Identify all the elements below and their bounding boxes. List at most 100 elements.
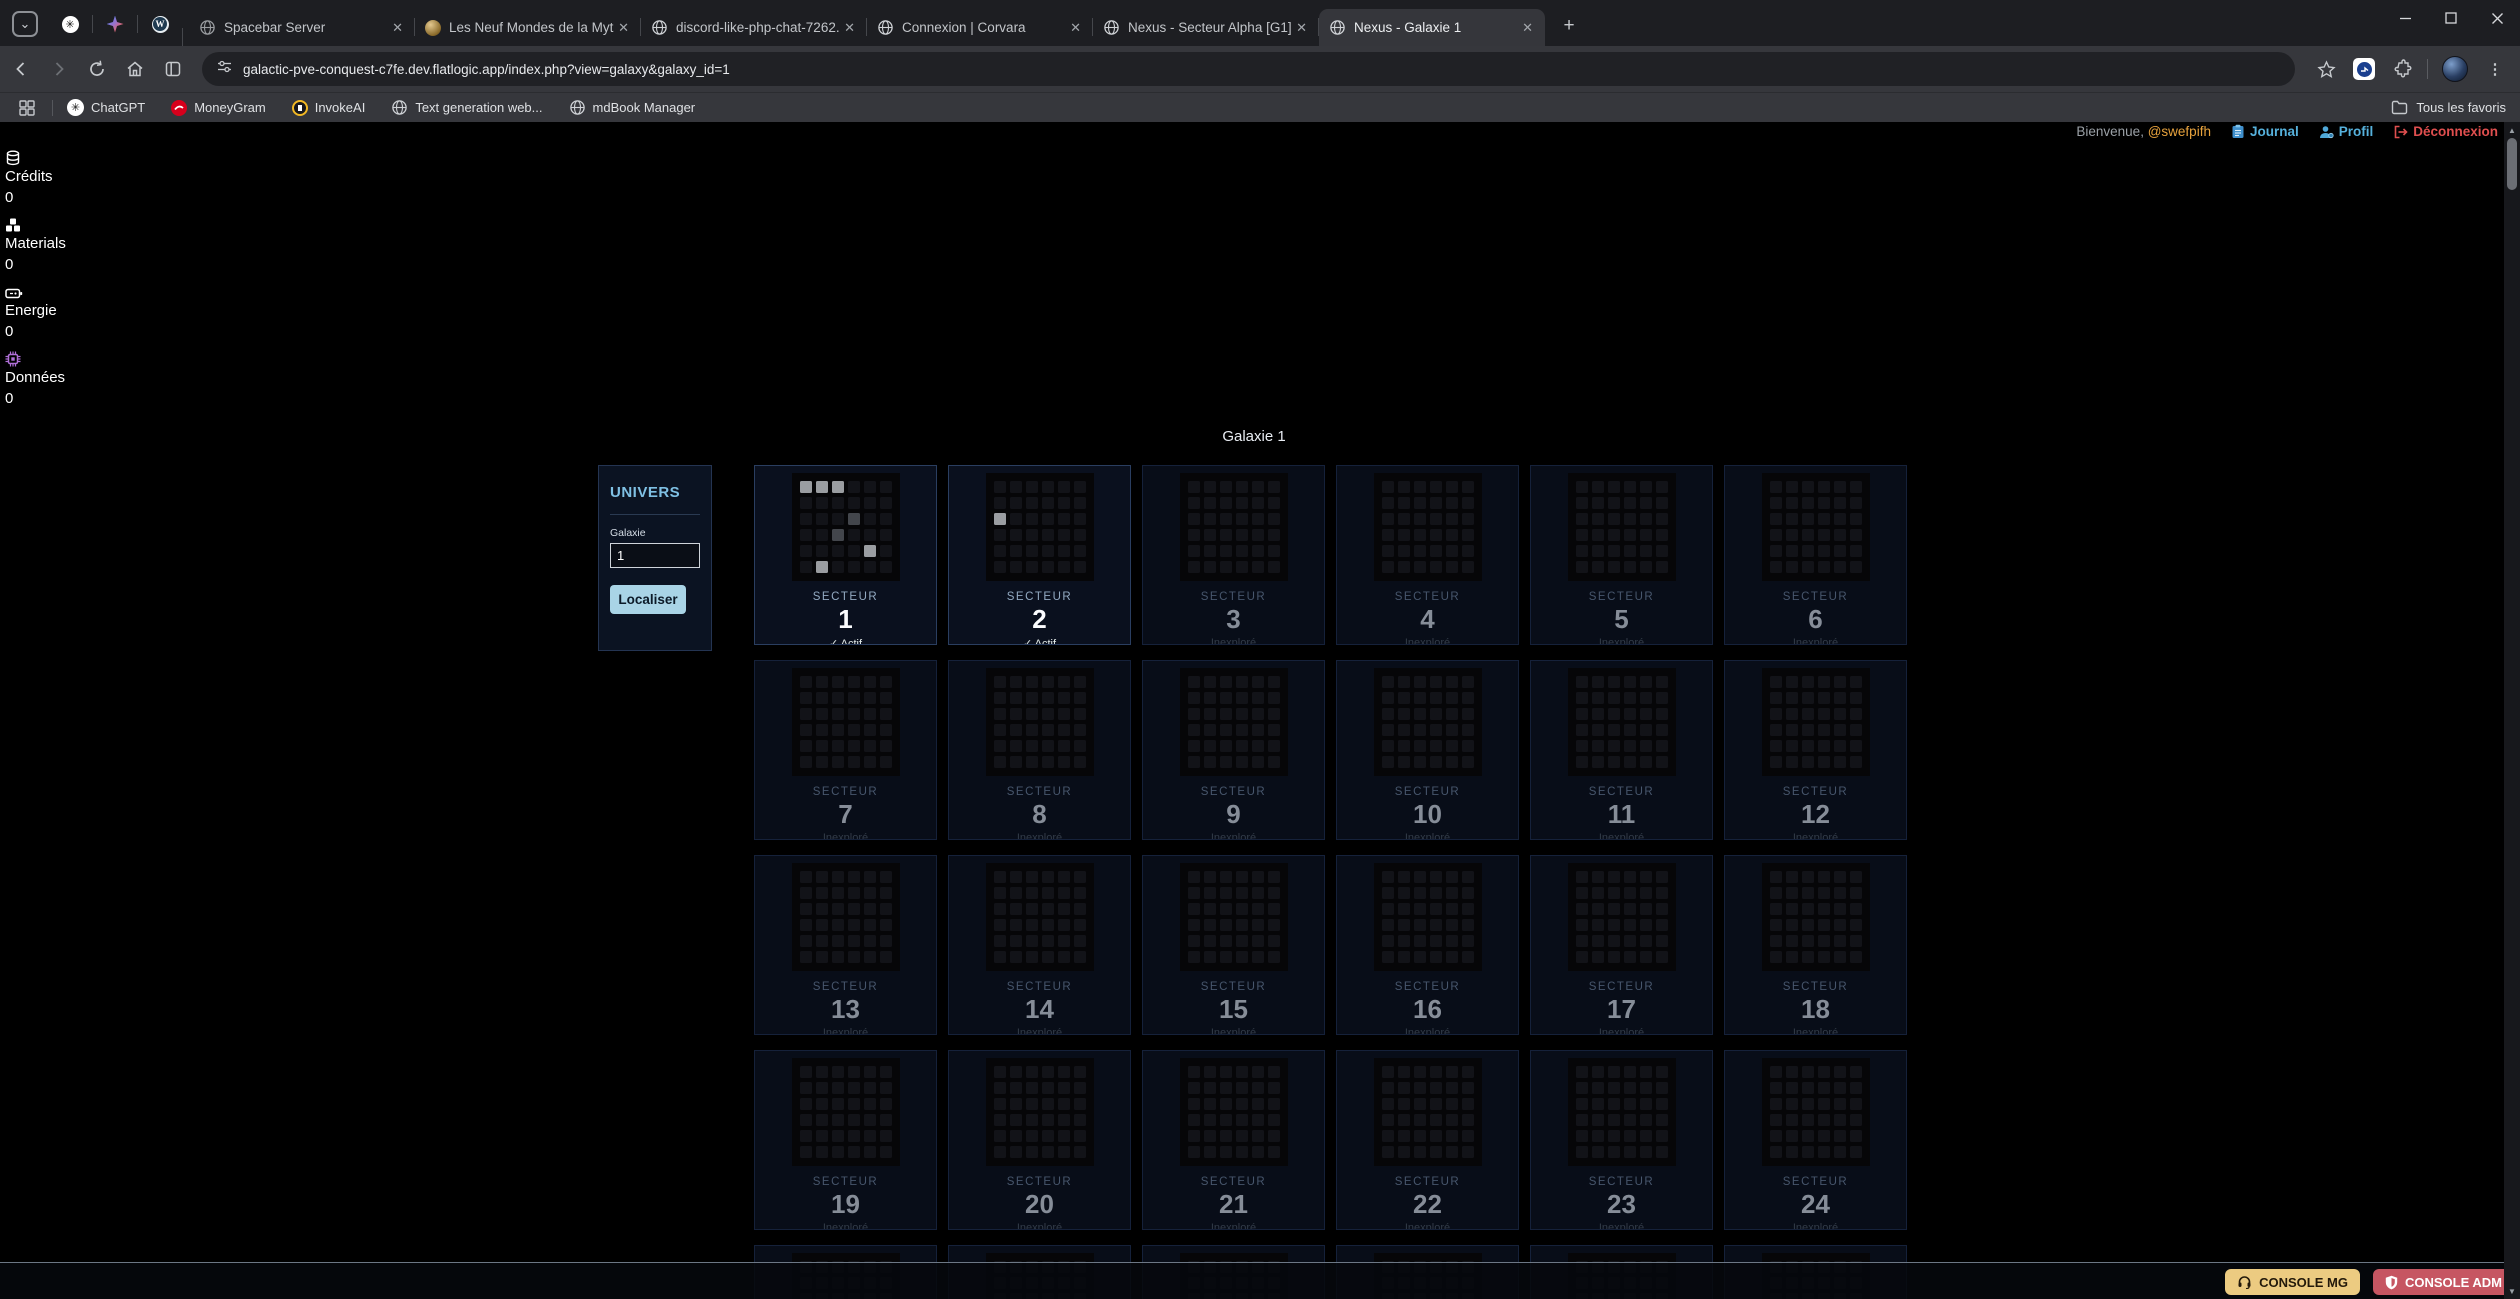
bookmark-item[interactable]: mdBook Manager [569, 99, 696, 116]
apps-grid-icon[interactable] [10, 91, 44, 125]
browser-tab[interactable]: discord-like-php-chat-7262.dev✕ [641, 9, 867, 46]
bookmark-label: MoneyGram [194, 100, 266, 115]
sector-cell [1770, 529, 1782, 541]
localiser-button[interactable]: Localiser [610, 585, 686, 614]
browser-tab[interactable]: Connexion | Corvara✕ [867, 9, 1093, 46]
sector-card-5[interactable]: SECTEUR5Inexploré [1530, 465, 1713, 645]
reload-icon[interactable] [80, 52, 114, 86]
url-bar[interactable]: galactic-pve-conquest-c7fe.dev.flatlogic… [202, 52, 2295, 86]
scroll-down-icon[interactable]: ▼ [2504, 1284, 2520, 1298]
sector-card-13[interactable]: SECTEUR13Inexploré [754, 855, 937, 1035]
sector-cell [1592, 692, 1604, 704]
sector-cell [880, 1114, 892, 1126]
url-text[interactable]: galactic-pve-conquest-c7fe.dev.flatlogic… [243, 62, 730, 77]
sector-card-14[interactable]: SECTEUR14Inexploré [948, 855, 1131, 1035]
browser-tab[interactable]: Nexus - Galaxie 1✕ [1319, 9, 1545, 46]
tab-close-icon[interactable]: ✕ [1292, 18, 1311, 38]
pinned-tab-gemini-icon[interactable] [93, 9, 137, 39]
tab-close-icon[interactable]: ✕ [614, 18, 633, 38]
browser-tab[interactable]: Nexus - Secteur Alpha [G1]✕ [1093, 9, 1319, 46]
sector-cell [1802, 871, 1814, 883]
sector-card-12[interactable]: SECTEUR12Inexploré [1724, 660, 1907, 840]
sector-cell [1382, 1098, 1394, 1110]
sector-number: 3 [1226, 605, 1240, 634]
pinned-tab-chatgpt-icon[interactable]: ✳ [48, 9, 92, 39]
sector-cell [1802, 951, 1814, 963]
sector-card-8[interactable]: SECTEUR8Inexploré [948, 660, 1131, 840]
sector-card-4[interactable]: SECTEUR4Inexploré [1336, 465, 1519, 645]
header-link-journal[interactable]: Journal [2231, 124, 2299, 139]
sector-card-21[interactable]: SECTEUR21Inexploré [1142, 1050, 1325, 1230]
sector-card-15[interactable]: SECTEUR15Inexploré [1142, 855, 1325, 1035]
bookmark-item[interactable]: MoneyGram [171, 100, 266, 116]
all-bookmarks[interactable]: Tous les favoris [2391, 100, 2506, 115]
bookmark-item[interactable]: InvokeAI [292, 100, 366, 116]
sector-cell [1462, 1146, 1474, 1158]
sector-cell [1398, 481, 1410, 493]
browser-tab[interactable]: Les Neuf Mondes de la Mythol✕ [415, 9, 641, 46]
tab-search-icon[interactable]: ⌄ [12, 11, 38, 37]
sector-card-1[interactable]: SECTEUR1✓ Actif [754, 465, 937, 645]
sector-cell [816, 724, 828, 736]
browser-tab[interactable]: Spacebar Server✕ [189, 9, 415, 46]
bookmark-star-icon[interactable] [2309, 52, 2343, 86]
page-scrollbar[interactable]: ▲ ▼ [2504, 122, 2520, 1299]
galaxie-input[interactable] [610, 543, 700, 568]
sector-card-11[interactable]: SECTEUR11Inexploré [1530, 660, 1713, 840]
sector-card-18[interactable]: SECTEUR18Inexploré [1724, 855, 1907, 1035]
sector-card-2[interactable]: SECTEUR2✓ Actif [948, 465, 1131, 645]
sector-card-19[interactable]: SECTEUR19Inexploré [754, 1050, 937, 1230]
sector-cell [1010, 887, 1022, 899]
sector-card-20[interactable]: SECTEUR20Inexploré [948, 1050, 1131, 1230]
sector-number: 19 [831, 1190, 860, 1219]
tab-close-icon[interactable]: ✕ [840, 18, 859, 38]
profile-avatar[interactable] [2442, 56, 2468, 82]
sector-card-16[interactable]: SECTEUR16Inexploré [1336, 855, 1519, 1035]
sector-cell [816, 545, 828, 557]
header-link-déconnexion[interactable]: Déconnexion [2393, 124, 2498, 139]
sector-cell [1608, 676, 1620, 688]
sector-card-3[interactable]: SECTEUR3Inexploré [1142, 465, 1325, 645]
back-icon[interactable] [4, 52, 38, 86]
close-window-icon[interactable] [2474, 0, 2520, 36]
tab-close-icon[interactable]: ✕ [388, 18, 407, 38]
site-settings-icon[interactable] [216, 58, 233, 80]
maximize-window-icon[interactable] [2428, 0, 2474, 36]
console-mg-button[interactable]: CONSOLE MG [2225, 1269, 2360, 1295]
forward-icon[interactable] [42, 52, 76, 86]
tab-close-icon[interactable]: ✕ [1518, 18, 1537, 38]
sector-card-24[interactable]: SECTEUR24Inexploré [1724, 1050, 1907, 1230]
sector-card-22[interactable]: SECTEUR22Inexploré [1336, 1050, 1519, 1230]
bookmark-item[interactable]: ✳ChatGPT [67, 99, 145, 116]
new-tab-button[interactable]: + [1555, 12, 1583, 40]
sector-cell [1656, 708, 1668, 720]
extension-icon[interactable] [2347, 52, 2381, 86]
sector-cell [1414, 919, 1426, 931]
bookmark-item[interactable]: Text generation web... [391, 99, 542, 116]
sector-card-17[interactable]: SECTEUR17Inexploré [1530, 855, 1713, 1035]
sector-cell [1462, 756, 1474, 768]
home-icon[interactable] [118, 52, 152, 86]
tab-close-icon[interactable]: ✕ [1066, 18, 1085, 38]
sector-card-23[interactable]: SECTEUR23Inexploré [1530, 1050, 1713, 1230]
header-link-profil[interactable]: Profil [2319, 124, 2374, 139]
sector-mini-grid [1568, 1058, 1676, 1166]
pinned-tab-wordpress-icon[interactable]: W [138, 9, 182, 39]
sector-mini-grid [792, 473, 900, 581]
sector-cell [1640, 871, 1652, 883]
sector-card-7[interactable]: SECTEUR7Inexploré [754, 660, 937, 840]
sidebar-icon[interactable] [156, 52, 190, 86]
minimize-window-icon[interactable] [2382, 0, 2428, 36]
sector-card-9[interactable]: SECTEUR9Inexploré [1142, 660, 1325, 840]
menu-dots-icon[interactable]: ⋮ [2478, 52, 2512, 86]
sector-cell [1220, 1098, 1232, 1110]
sector-card-10[interactable]: SECTEUR10Inexploré [1336, 660, 1519, 840]
extensions-puzzle-icon[interactable] [2385, 52, 2419, 86]
scroll-up-icon[interactable]: ▲ [2504, 123, 2520, 137]
sector-cell [1074, 887, 1086, 899]
sector-cell [1818, 561, 1830, 573]
sector-cell [1770, 935, 1782, 947]
sector-card-6[interactable]: SECTEUR6Inexploré [1724, 465, 1907, 645]
scrollbar-thumb[interactable] [2507, 138, 2517, 190]
console-adm-button[interactable]: CONSOLE ADM [2373, 1269, 2514, 1295]
